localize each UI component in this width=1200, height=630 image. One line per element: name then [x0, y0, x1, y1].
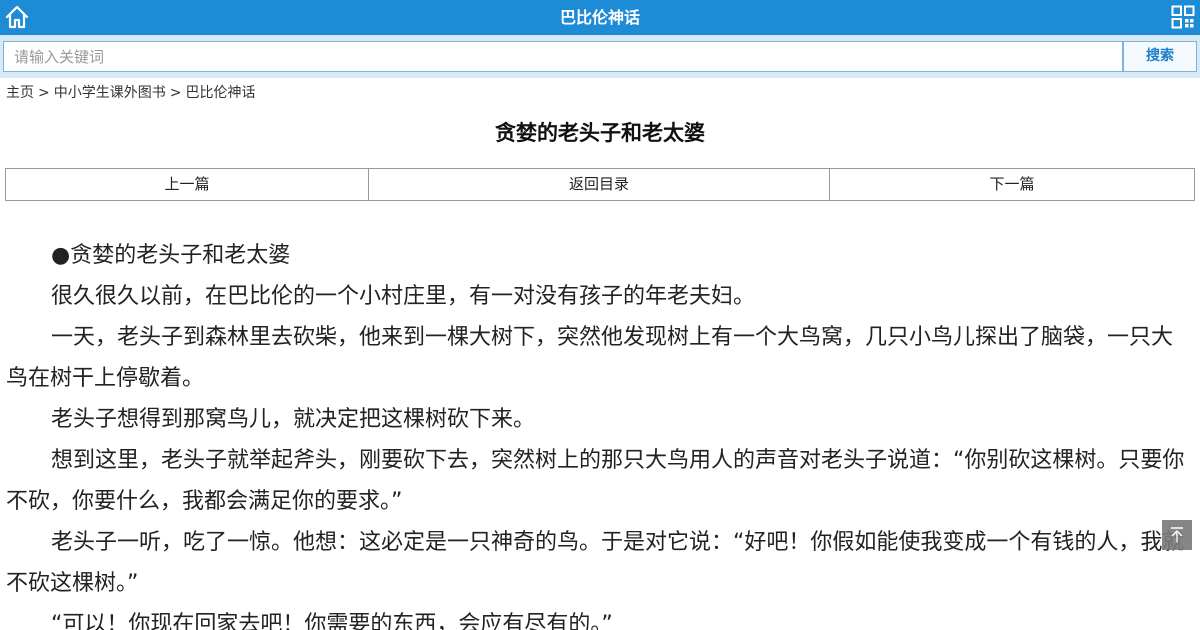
breadcrumb-book[interactable]: 巴比伦神话 [185, 85, 255, 101]
back-to-top-icon[interactable] [1162, 520, 1192, 550]
table-of-contents-button[interactable]: 返回目录 [369, 168, 830, 201]
breadcrumb-home[interactable]: 主页 [6, 85, 34, 101]
page-title: 巴比伦神话 [559, 8, 640, 27]
top-bar: 巴比伦神话 [0, 0, 1200, 35]
chapter-nav: 上一篇 返回目录 下一篇 [5, 168, 1195, 201]
search-bar: 搜索 [0, 35, 1200, 78]
article-body: ●贪婪的老头子和老太婆 很久很久以前，在巴比伦的一个小村庄里，有一对没有孩子的年… [6, 235, 1192, 630]
article-paragraph: “可以！你现在回家去吧！你需要的东西，会应有尽有的。” [51, 612, 613, 630]
article-paragraph: 想到这里，老头子就举起斧头，刚要砍下去，突然树上的那只大鸟用人的声音对老头子说道… [6, 448, 1185, 514]
next-chapter-button[interactable]: 下一篇 [830, 168, 1195, 201]
breadcrumb-separator: > [38, 85, 50, 101]
article-paragraph: 一天，老头子到森林里去砍柴，他来到一棵大树下，突然他发现树上有一个大鸟窝，几只小… [6, 325, 1174, 391]
breadcrumb: 主页 > 中小学生课外图书 > 巴比伦神话 [6, 83, 255, 103]
article-paragraph: ●贪婪的老头子和老太婆 [51, 243, 291, 268]
article-paragraph: 老头子一听，吃了一惊。他想：这必定是一只神奇的鸟。于是对它说：“好吧！你假如能使… [6, 530, 1185, 596]
search-button[interactable]: 搜索 [1123, 41, 1197, 72]
breadcrumb-category[interactable]: 中小学生课外图书 [54, 85, 166, 101]
article-paragraph: 很久很久以前，在巴比伦的一个小村庄里，有一对没有孩子的年老夫妇。 [51, 284, 756, 309]
search-input[interactable] [3, 41, 1123, 72]
breadcrumb-separator: > [169, 85, 182, 101]
article-paragraph: 老头子想得到那窝鸟儿，就决定把这棵树砍下来。 [51, 407, 536, 432]
prev-chapter-button[interactable]: 上一篇 [5, 168, 369, 201]
article-title: 贪婪的老头子和老太婆 [495, 121, 705, 145]
grid-menu-icon[interactable] [1171, 5, 1195, 29]
